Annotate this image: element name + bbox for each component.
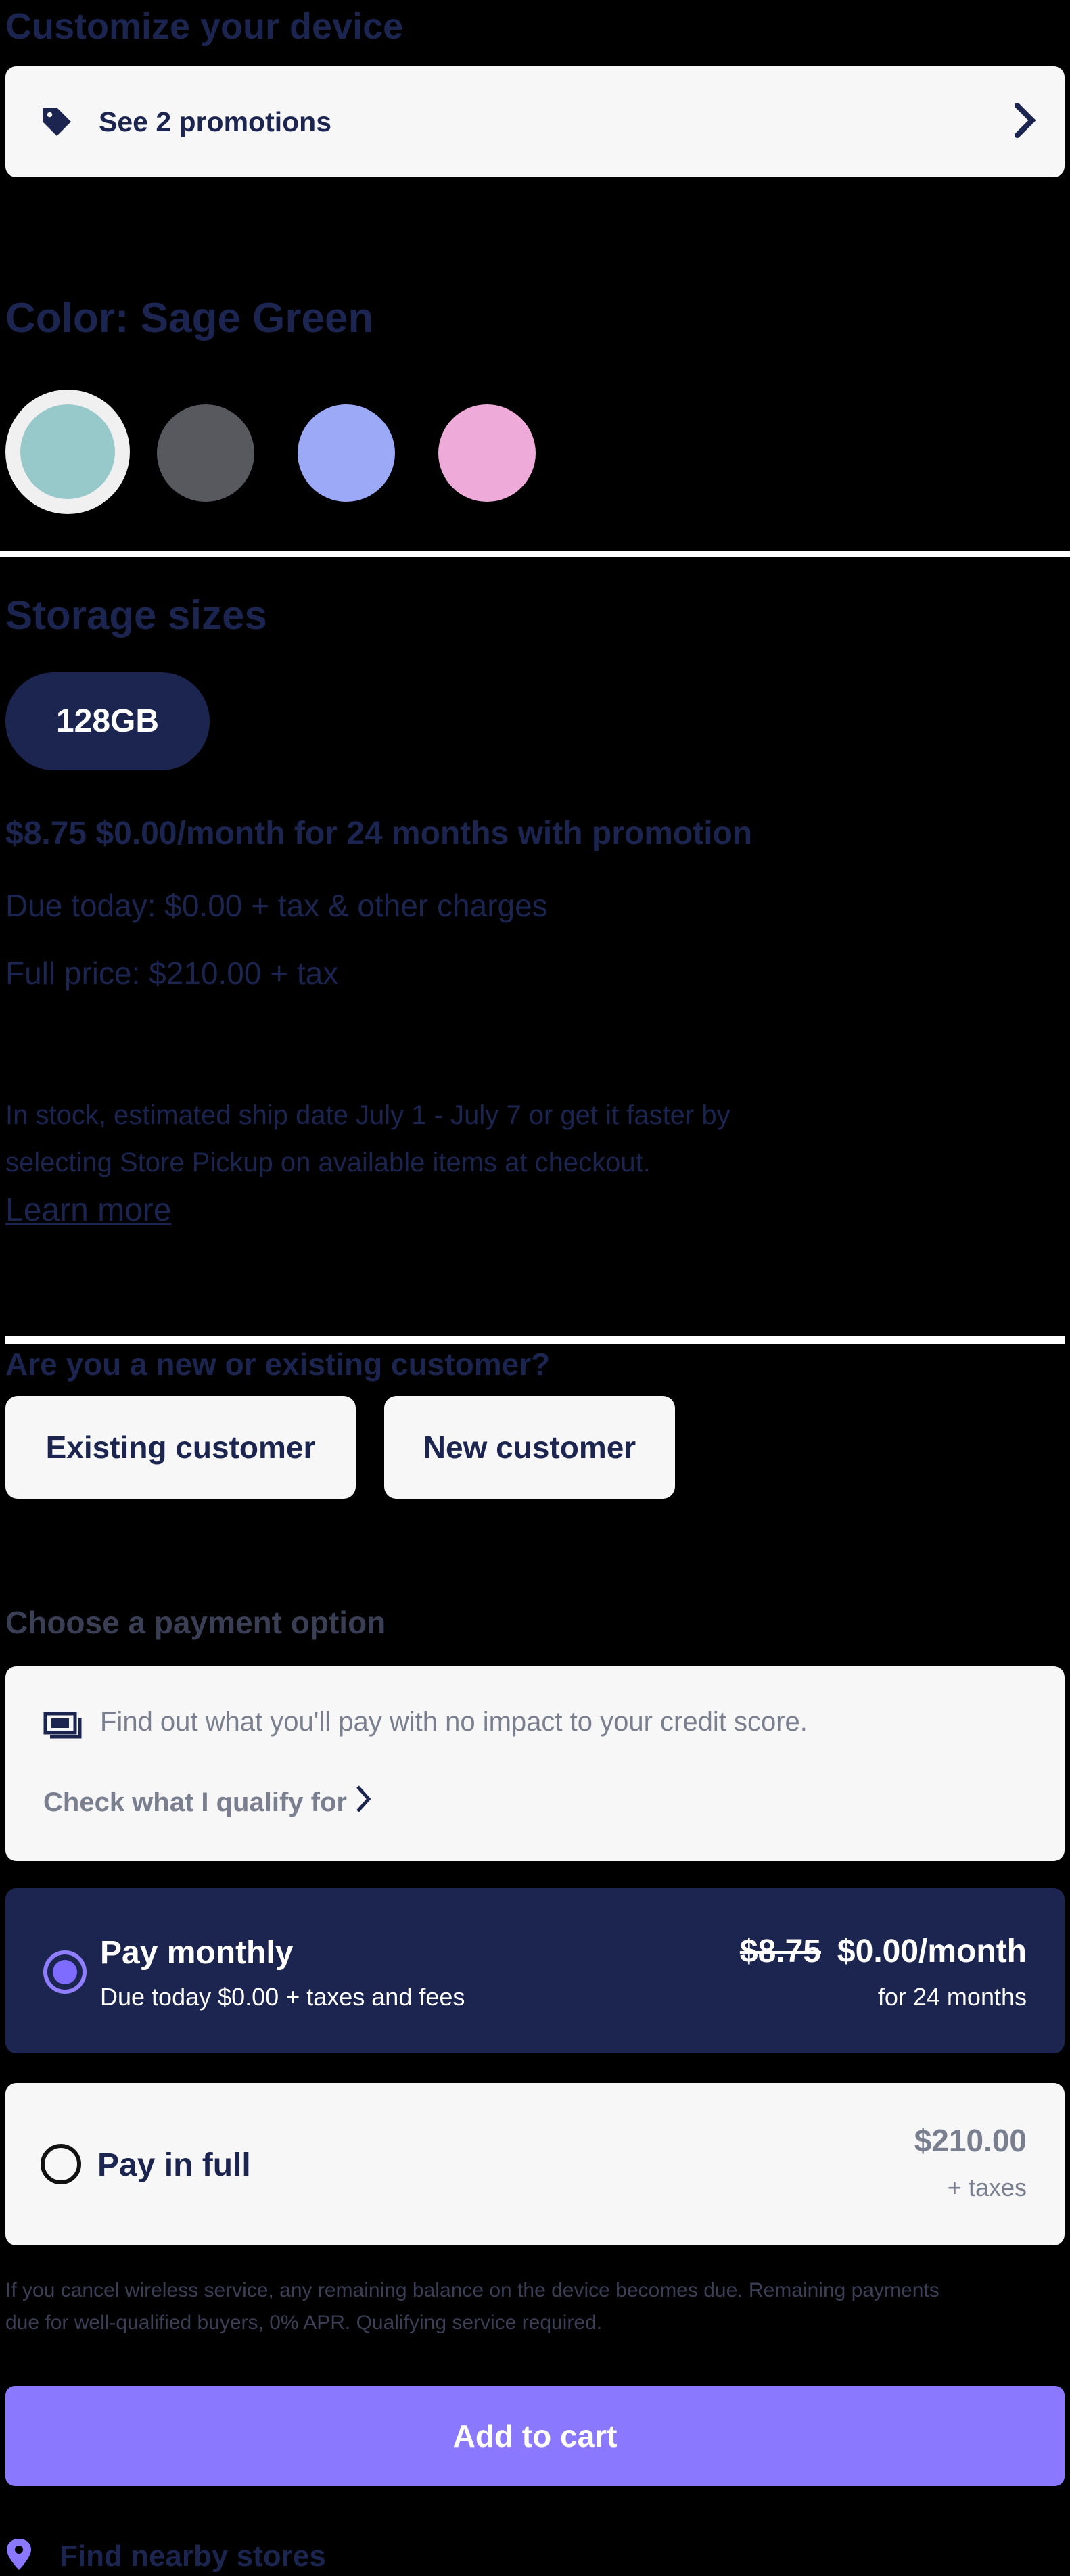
old-price: $8.75	[739, 1934, 821, 1969]
radio-selected[interactable]	[43, 1950, 87, 1994]
tag-icon	[38, 103, 76, 141]
full-price-value: $210.00	[914, 2123, 1027, 2158]
qualify-link[interactable]: Check what I qualify for	[43, 1783, 373, 1822]
full-price-tax: + taxes	[947, 2174, 1027, 2201]
customize-title: Customize your device	[5, 6, 404, 47]
customer-question: Are you a new or existing customer?	[5, 1346, 551, 1382]
swatch-periwinkle[interactable]	[298, 404, 395, 502]
credit-check-card: Find out what you'll pay with no impact …	[5, 1666, 1065, 1861]
find-stores-link[interactable]: Find nearby stores	[5, 2537, 326, 2575]
learn-more-link[interactable]: Learn more	[5, 1192, 171, 1229]
divider	[5, 1336, 1065, 1344]
swatch-graphite[interactable]	[157, 404, 254, 502]
chevron-right-icon	[1012, 101, 1039, 143]
chevron-right-icon	[354, 1783, 373, 1822]
credit-text: Find out what you'll pay with no impact …	[100, 1707, 808, 1737]
price-term: for 24 months	[877, 1983, 1027, 2011]
promotions-label: See 2 promotions	[99, 106, 332, 137]
existing-customer-button[interactable]: Existing customer	[5, 1396, 356, 1499]
disclaimer-line2: due for well-qualified buyers, 0% APR. Q…	[5, 2312, 603, 2334]
new-customer-button[interactable]: New customer	[384, 1396, 675, 1499]
full-price: Full price: $210.00 + tax	[5, 956, 339, 991]
storage-option-128gb[interactable]: 128GB	[5, 672, 210, 770]
radio-unselected[interactable]	[41, 2144, 81, 2184]
storage-title: Storage sizes	[5, 592, 267, 638]
divider	[0, 551, 1070, 557]
disclaimer-line1: If you cancel wireless service, any rema…	[5, 2279, 939, 2301]
due-today: Due today: $0.00 + tax & other charges	[5, 888, 548, 923]
pay-monthly-sub: Due today $0.00 + taxes and fees	[100, 1983, 465, 2011]
promotions-card[interactable]: See 2 promotions	[5, 66, 1065, 177]
pay-in-full-label: Pay in full	[97, 2147, 251, 2183]
swatch-sage-green[interactable]	[5, 390, 130, 514]
add-to-cart-button[interactable]: Add to cart	[5, 2386, 1065, 2486]
color-title: Color: Sage Green	[5, 295, 374, 342]
swatch-pink[interactable]	[438, 404, 536, 502]
stock-info-line2: selecting Store Pickup on available item…	[5, 1148, 651, 1177]
new-price: $0.00/month	[837, 1934, 1027, 1969]
payment-title: Choose a payment option	[5, 1605, 386, 1640]
pay-monthly-label: Pay monthly	[100, 1935, 294, 1971]
find-stores-label: Find nearby stores	[60, 2539, 326, 2573]
pay-monthly-option[interactable]: Pay monthly Due today $0.00 + taxes and …	[5, 1888, 1065, 2053]
stock-info-line1: In stock, estimated ship date July 1 - J…	[5, 1100, 730, 1130]
qualify-link-label: Check what I qualify for	[43, 1787, 347, 1817]
promo-price: $8.75 $0.00/month for 24 months with pro…	[5, 816, 753, 851]
location-pin-icon	[5, 2537, 32, 2575]
pay-in-full-option[interactable]: Pay in full $210.00 + taxes	[5, 2083, 1065, 2245]
money-icon	[43, 1708, 83, 1743]
